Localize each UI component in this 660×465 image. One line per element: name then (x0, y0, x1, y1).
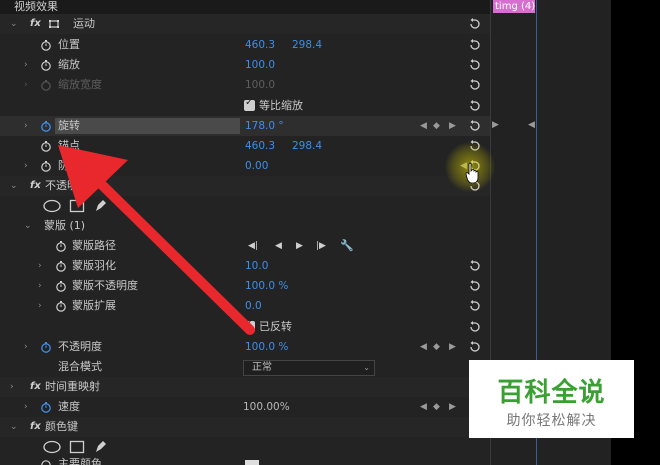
watermark-subtitle: 助你轻松解决 (506, 413, 597, 429)
watermark: 百科全说 助你轻松解决 (469, 360, 634, 438)
watermark-title: 百科全说 (497, 378, 606, 408)
